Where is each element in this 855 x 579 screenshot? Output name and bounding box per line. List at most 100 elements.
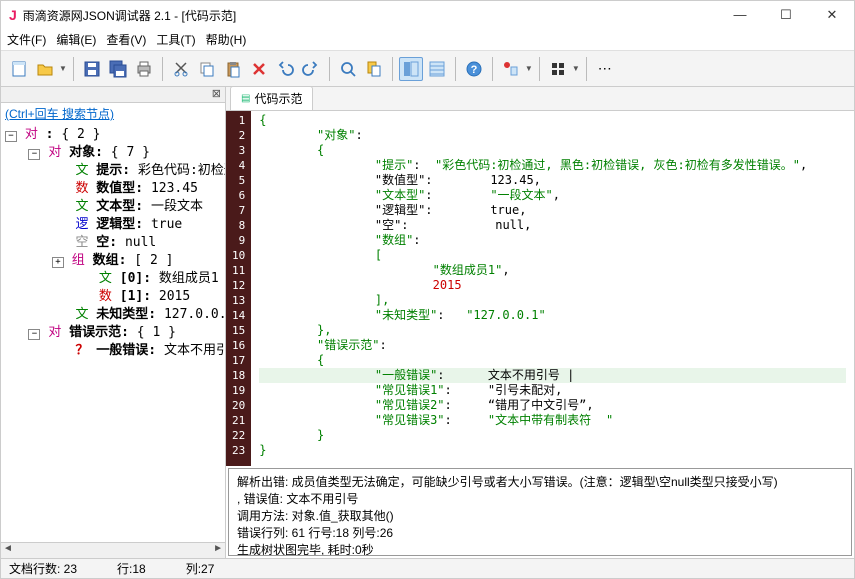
paste-button[interactable] bbox=[221, 57, 245, 81]
code-line[interactable]: ], bbox=[259, 293, 846, 308]
status-line-count: 文档行数: 23 bbox=[9, 560, 77, 577]
window-controls: ― ☐ ✕ bbox=[726, 7, 846, 23]
tree-node[interactable]: 文 未知类型: 127.0.0.1 bbox=[5, 306, 221, 324]
tab-label: 代码示范 bbox=[254, 90, 302, 107]
tree-node[interactable]: − 对 错误示范: { 1 } bbox=[5, 324, 221, 342]
tree-node[interactable]: 数 [1]: 2015 bbox=[5, 288, 221, 306]
code-line[interactable]: "逻辑型": true, bbox=[259, 203, 846, 218]
status-col: 列:27 bbox=[186, 560, 215, 577]
menu-edit[interactable]: 编辑(E) bbox=[56, 31, 96, 48]
tree-node[interactable]: 文 提示: 彩色代码:初检通过, bbox=[5, 162, 221, 180]
code-line[interactable]: [ bbox=[259, 248, 846, 263]
body: ⊠ (Ctrl+回车 搜索节点) − 对 : { 2 } − 对 对象: { 7… bbox=[1, 87, 854, 558]
tab-code-demo[interactable]: ▤ 代码示范 bbox=[230, 86, 313, 110]
search-hint[interactable]: (Ctrl+回车 搜索节点) bbox=[1, 103, 225, 124]
expand-icon[interactable]: + bbox=[52, 257, 64, 268]
tree-node[interactable]: 文 文本型: 一段文本 bbox=[5, 198, 221, 216]
panel-close-button[interactable]: ⊠ bbox=[1, 87, 225, 103]
json-tree[interactable]: − 对 : { 2 } − 对 对象: { 7 } 文 提示: 彩色代码:初检通… bbox=[1, 124, 225, 542]
save-all-button[interactable] bbox=[106, 57, 130, 81]
code-line[interactable]: "文本型": "一段文本", bbox=[259, 188, 846, 203]
line-gutter: 1234567891011121314151617181920212223 bbox=[226, 111, 251, 466]
output-line: 解析出错: 成员值类型无法确定，可能缺少引号或者大小写错误。(注意：逻辑型\空n… bbox=[237, 473, 843, 490]
code-line[interactable]: { bbox=[259, 113, 846, 128]
code-line[interactable]: "未知类型": "127.0.0.1" bbox=[259, 308, 846, 323]
expand-icon[interactable]: − bbox=[28, 149, 40, 160]
code-view-button[interactable] bbox=[425, 57, 449, 81]
separator bbox=[329, 57, 330, 81]
search-button[interactable] bbox=[336, 57, 360, 81]
code-area[interactable]: { "对象": { "提示": "彩色代码:初检通过, 黑色:初检错误, 灰色:… bbox=[251, 111, 854, 466]
code-line[interactable]: "常见错误1": "引号未配对, bbox=[259, 383, 846, 398]
separator bbox=[539, 57, 540, 81]
output-line: 调用方法: 对象.值_获取其他() bbox=[237, 507, 843, 524]
toolbar: ▼ ? ▼ ▼ ⋯ bbox=[1, 51, 854, 87]
code-line[interactable]: "数值型": 123.45, bbox=[259, 173, 846, 188]
expand-icon[interactable]: − bbox=[28, 329, 40, 340]
minimize-button[interactable]: ― bbox=[726, 7, 754, 23]
menu-view[interactable]: 查看(V) bbox=[106, 31, 146, 48]
print-button[interactable] bbox=[132, 57, 156, 81]
code-line[interactable]: 2015 bbox=[259, 278, 846, 293]
code-editor[interactable]: 1234567891011121314151617181920212223 { … bbox=[226, 111, 854, 466]
code-line[interactable]: "错误示范": bbox=[259, 338, 846, 353]
save-button[interactable] bbox=[80, 57, 104, 81]
more-button[interactable]: ⋯ bbox=[593, 57, 617, 81]
tree-panel: ⊠ (Ctrl+回车 搜索节点) − 对 : { 2 } − 对 对象: { 7… bbox=[1, 87, 226, 558]
status-row: 行:18 bbox=[117, 560, 146, 577]
separator bbox=[73, 57, 74, 81]
code-line[interactable]: "一般错误": 文本不用引号 | bbox=[259, 368, 846, 383]
delete-button[interactable] bbox=[247, 57, 271, 81]
output-line: 错误行列: 61 行号:18 列号:26 bbox=[237, 524, 843, 541]
menu-help[interactable]: 帮助(H) bbox=[206, 31, 247, 48]
grid-button[interactable] bbox=[546, 57, 570, 81]
copy-code-button[interactable] bbox=[362, 57, 386, 81]
code-line[interactable]: "对象": bbox=[259, 128, 846, 143]
tree-node[interactable]: − 对 对象: { 7 } bbox=[5, 144, 221, 162]
titlebar: J 雨滴资源网JSON调试器 2.1 - [代码示范] ― ☐ ✕ bbox=[1, 1, 854, 29]
close-button[interactable]: ✕ bbox=[818, 7, 846, 23]
code-line[interactable]: } bbox=[259, 428, 846, 443]
tree-node[interactable]: 数 数值型: 123.45 bbox=[5, 180, 221, 198]
separator bbox=[455, 57, 456, 81]
code-line[interactable]: { bbox=[259, 353, 846, 368]
tree-node[interactable]: 空 空: null bbox=[5, 234, 221, 252]
code-line[interactable]: "空": null, bbox=[259, 218, 846, 233]
tree-scrollbar[interactable]: ◄► bbox=[1, 542, 225, 558]
separator bbox=[162, 57, 163, 81]
code-line[interactable]: } bbox=[259, 443, 846, 458]
cut-button[interactable] bbox=[169, 57, 193, 81]
separator bbox=[492, 57, 493, 81]
code-line[interactable]: "数组": bbox=[259, 233, 846, 248]
menubar: 文件(F) 编辑(E) 查看(V) 工具(T) 帮助(H) bbox=[1, 29, 854, 51]
code-line[interactable]: "常见错误3": "文本中带有制表符 " bbox=[259, 413, 846, 428]
code-line[interactable]: { bbox=[259, 143, 846, 158]
expand-icon[interactable]: − bbox=[5, 131, 17, 142]
tab-bar: ▤ 代码示范 bbox=[226, 87, 854, 111]
output-line: 生成树状图完毕, 耗时:0秒 bbox=[237, 541, 843, 556]
code-line[interactable]: }, bbox=[259, 323, 846, 338]
tree-node[interactable]: + 组 数组: [ 2 ] bbox=[5, 252, 221, 270]
menu-tools[interactable]: 工具(T) bbox=[156, 31, 195, 48]
redo-button[interactable] bbox=[299, 57, 323, 81]
help-button[interactable]: ? bbox=[462, 57, 486, 81]
undo-button[interactable] bbox=[273, 57, 297, 81]
output-line: , 错误值: 文本不用引号 bbox=[237, 490, 843, 507]
code-line[interactable]: "提示": "彩色代码:初检通过, 黑色:初检错误, 灰色:初检有多发性错误。"… bbox=[259, 158, 846, 173]
copy-button[interactable] bbox=[195, 57, 219, 81]
new-file-button[interactable] bbox=[7, 57, 31, 81]
code-line[interactable]: "数组成员1", bbox=[259, 263, 846, 278]
separator bbox=[392, 57, 393, 81]
tree-node[interactable]: 逻 逻辑型: true bbox=[5, 216, 221, 234]
tree-view-button[interactable] bbox=[399, 57, 423, 81]
tree-node[interactable]: − 对 : { 2 } bbox=[5, 126, 221, 144]
tree-node[interactable]: 文 [0]: 数组成员1 bbox=[5, 270, 221, 288]
open-file-button[interactable] bbox=[33, 57, 57, 81]
tree-node[interactable]: ？ 一般错误: 文本不用引号 bbox=[5, 342, 221, 360]
options-button[interactable] bbox=[499, 57, 523, 81]
code-line[interactable]: "常见错误2": “错用了中文引号”, bbox=[259, 398, 846, 413]
menu-file[interactable]: 文件(F) bbox=[7, 31, 46, 48]
maximize-button[interactable]: ☐ bbox=[772, 7, 800, 23]
window-title: 雨滴资源网JSON调试器 2.1 - [代码示范] bbox=[23, 7, 726, 24]
editor-panel: ▤ 代码示范 123456789101112131415161718192021… bbox=[226, 87, 854, 558]
